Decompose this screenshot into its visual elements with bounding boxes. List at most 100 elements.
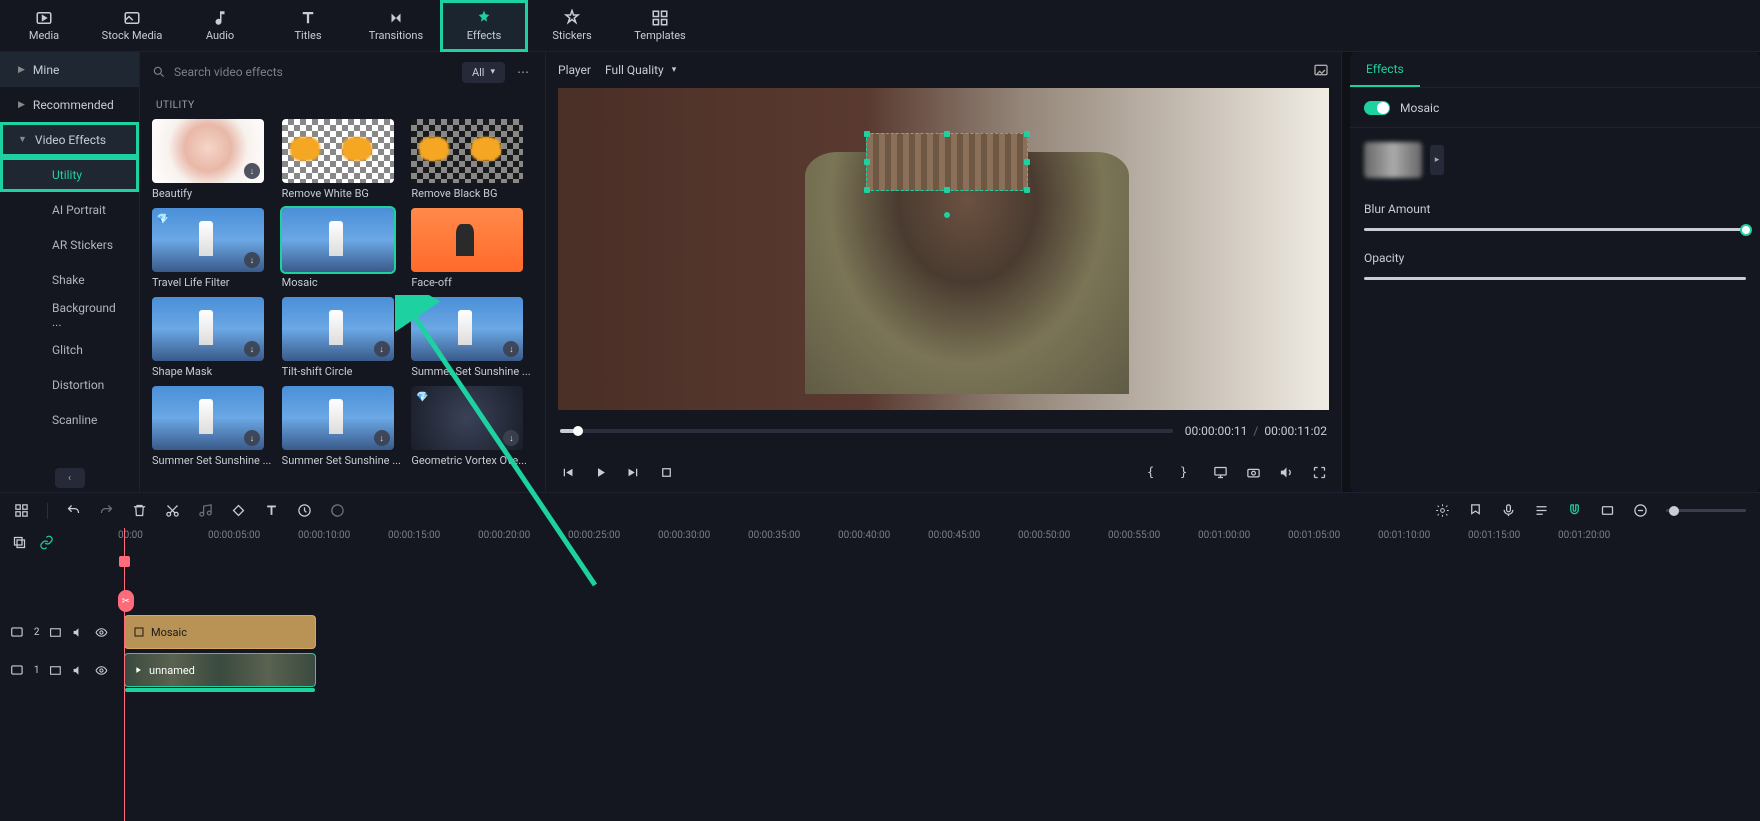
nav-stickers[interactable]: Stickers: [528, 0, 616, 52]
zoom-out-icon[interactable]: [1633, 503, 1648, 518]
download-icon[interactable]: ↓: [374, 341, 390, 357]
link-icon[interactable]: [39, 535, 54, 550]
download-icon[interactable]: ↓: [503, 430, 519, 446]
mute-icon[interactable]: [72, 664, 85, 677]
cat-ai-portrait[interactable]: AI Portrait: [0, 192, 139, 227]
list-icon[interactable]: [1534, 503, 1549, 518]
grid-icon[interactable]: [14, 503, 29, 518]
effect-card-summer-set-1[interactable]: ↓Summer Set Sunshine ...: [411, 297, 533, 378]
opacity-slider[interactable]: [1364, 277, 1746, 280]
nav-media[interactable]: Media: [0, 0, 88, 52]
effect-card-summer-set-3[interactable]: ↓Summer Set Sunshine ...: [282, 386, 404, 467]
fx-clip-mosaic[interactable]: Mosaic: [124, 615, 316, 649]
nav-audio[interactable]: Audio: [176, 0, 264, 52]
redo-icon[interactable]: [99, 503, 114, 518]
more-menu[interactable]: ⋯: [513, 65, 533, 79]
nav-transitions[interactable]: Transitions: [352, 0, 440, 52]
track-body[interactable]: Mosaic: [118, 615, 1760, 649]
cat-ar-stickers[interactable]: AR Stickers: [0, 227, 139, 262]
chevron-right-icon: ▶: [18, 65, 25, 75]
scrub-bar[interactable]: [560, 429, 1173, 433]
nav-titles[interactable]: Titles: [264, 0, 352, 52]
download-icon[interactable]: ↓: [244, 430, 260, 446]
filter-dropdown[interactable]: All▾: [462, 62, 505, 83]
effect-card-travel-life-filter[interactable]: 💎↓Travel Life Filter: [152, 208, 274, 289]
tag-icon[interactable]: [231, 503, 246, 518]
prev-frame-icon[interactable]: [560, 465, 575, 480]
effect-card-remove-white-bg[interactable]: Remove White BG: [282, 119, 404, 200]
download-icon[interactable]: ↓: [244, 252, 260, 268]
video-clip-unnamed[interactable]: unnamed: [124, 653, 316, 687]
search-input[interactable]: Search video effects: [152, 65, 454, 79]
camera-icon[interactable]: [1246, 465, 1261, 480]
slider-knob[interactable]: [1740, 224, 1752, 236]
cat-recommended[interactable]: ▶Recommended: [0, 87, 139, 122]
eye-icon[interactable]: [95, 664, 108, 677]
download-icon[interactable]: ↓: [374, 430, 390, 446]
effect-card-remove-black-bg[interactable]: Remove Black BG: [411, 119, 533, 200]
cut-icon[interactable]: [165, 503, 180, 518]
display-icon[interactable]: [1213, 465, 1228, 480]
scrub-knob[interactable]: [573, 426, 583, 436]
eye-icon[interactable]: [95, 626, 108, 639]
effect-card-face-off[interactable]: Face-off: [411, 208, 533, 289]
effect-card-geometric-vortex[interactable]: 💎↓Geometric Vortex Ove...: [411, 386, 533, 467]
dup-icon[interactable]: [12, 535, 27, 550]
nav-effects[interactable]: Effects: [440, 0, 528, 52]
text-icon[interactable]: [264, 503, 279, 518]
cat-back[interactable]: ‹: [0, 464, 139, 492]
download-icon[interactable]: ↓: [503, 341, 519, 357]
zoom-slider[interactable]: [1666, 509, 1746, 512]
download-icon[interactable]: ↓: [244, 163, 260, 179]
blur-slider[interactable]: [1364, 228, 1746, 231]
mark-out-icon[interactable]: }: [1180, 465, 1195, 480]
tab-effects[interactable]: Effects: [1350, 52, 1420, 87]
quality-dropdown[interactable]: Full Quality▾: [605, 63, 676, 77]
cat-video-effects[interactable]: ▼Video Effects: [0, 122, 139, 157]
cat-background[interactable]: Background ...: [0, 297, 139, 332]
razor-icon[interactable]: ✂: [118, 590, 134, 612]
effect-card-mosaic[interactable]: Mosaic: [282, 208, 404, 289]
mosaic-selection[interactable]: [866, 133, 1028, 191]
effect-card-summer-set-2[interactable]: ↓Summer Set Sunshine ...: [152, 386, 274, 467]
cat-mine[interactable]: ▶Mine: [0, 52, 139, 87]
undo-icon[interactable]: [66, 503, 81, 518]
snapshot-icon[interactable]: [1313, 62, 1329, 78]
zoom-knob[interactable]: [1669, 506, 1679, 516]
speed-icon[interactable]: [297, 503, 312, 518]
time-ruler[interactable]: 00:00 00:00:05:00 00:00:10:00 00:00:15:0…: [118, 528, 1760, 556]
stop-icon[interactable]: [659, 465, 674, 480]
cat-glitch[interactable]: Glitch: [0, 332, 139, 367]
effect-card-beautify[interactable]: ↓Beautify: [152, 119, 274, 200]
cat-scanline[interactable]: Scanline: [0, 402, 139, 437]
cat-utility[interactable]: Utility: [0, 157, 139, 192]
lock-icon[interactable]: [49, 626, 62, 639]
fullscreen-icon[interactable]: [1312, 465, 1327, 480]
delete-icon[interactable]: [132, 503, 147, 518]
volume-icon[interactable]: [1279, 465, 1294, 480]
video-viewport[interactable]: [558, 88, 1329, 410]
music-icon[interactable]: [198, 503, 213, 518]
lock-icon[interactable]: [49, 664, 62, 677]
nav-stock-media[interactable]: Stock Media: [88, 0, 176, 52]
frame-icon[interactable]: [1600, 503, 1615, 518]
expand-icon[interactable]: ▸: [1430, 145, 1444, 175]
mic-icon[interactable]: [1501, 503, 1516, 518]
effect-toggle[interactable]: [1364, 101, 1390, 115]
color-icon[interactable]: [330, 503, 345, 518]
mute-icon[interactable]: [72, 626, 85, 639]
mark-in-icon[interactable]: {: [1147, 465, 1162, 480]
cat-shake[interactable]: Shake: [0, 262, 139, 297]
magnet-icon[interactable]: [1567, 503, 1582, 518]
download-icon[interactable]: ↓: [244, 341, 260, 357]
marker-icon[interactable]: [1468, 503, 1483, 518]
settings-icon[interactable]: [1435, 503, 1450, 518]
cat-distortion[interactable]: Distortion: [0, 367, 139, 402]
play-icon[interactable]: [593, 465, 608, 480]
effect-card-shape-mask[interactable]: ↓Shape Mask: [152, 297, 274, 378]
track-body[interactable]: unnamed: [118, 653, 1760, 687]
playhead[interactable]: [124, 528, 125, 821]
next-frame-icon[interactable]: [626, 465, 641, 480]
effect-card-tilt-shift-circle[interactable]: ↓Tilt-shift Circle: [282, 297, 404, 378]
nav-templates[interactable]: Templates: [616, 0, 704, 52]
